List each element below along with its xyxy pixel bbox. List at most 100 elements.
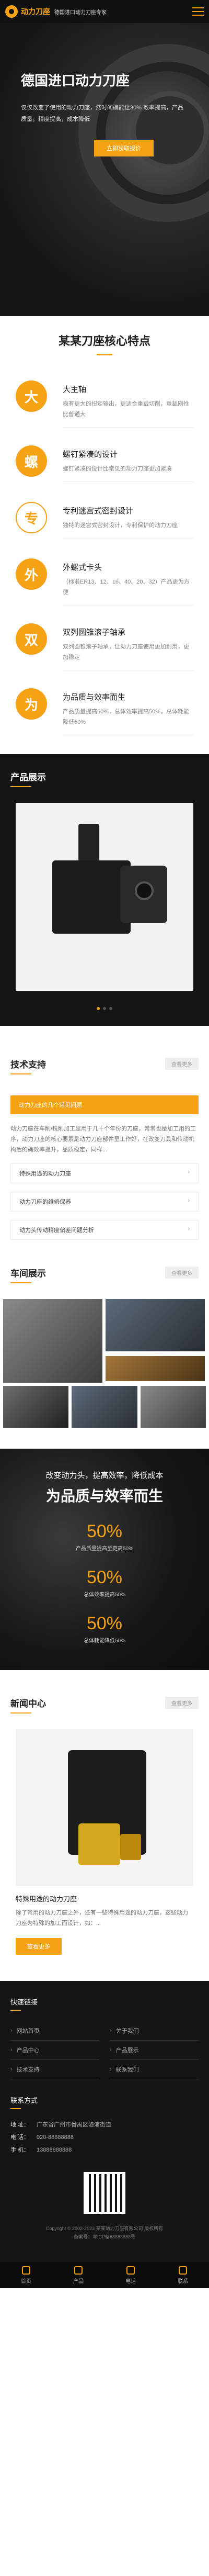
- stat-value: 50%: [86, 1521, 123, 1541]
- news-title: 新闻中心: [10, 1699, 46, 1709]
- feature-item: 螺 螺钉紧凑的设计 螺钉紧凑的设计比常见的动力刀座更加紧凑: [0, 436, 209, 492]
- faq-item-active[interactable]: 动力刀座的几个常见问题: [10, 1095, 199, 1114]
- get-quote-button[interactable]: 立即获取报价: [94, 140, 154, 156]
- news-more-button[interactable]: 查看更多: [16, 1938, 62, 1955]
- chevron-right-icon: ›: [110, 2047, 112, 2053]
- bottom-nav: 首页 产品 电话 联系: [0, 2262, 209, 2288]
- chat-icon: [179, 2266, 187, 2275]
- feature-title: 大主轴: [63, 385, 87, 394]
- workshop-photo[interactable]: [72, 1386, 137, 1428]
- news-image[interactable]: [16, 1729, 193, 1886]
- carousel-dot[interactable]: [103, 1007, 106, 1010]
- footer-link[interactable]: › 产品展示: [110, 2041, 199, 2060]
- chevron-right-icon: ›: [10, 2047, 13, 2053]
- grid-icon: [74, 2266, 83, 2275]
- workshop-gallery: [3, 1299, 206, 1383]
- feature-desc: 稳有更大的扭矩输出，更适合重载切削，重载刚性比普通大: [63, 401, 189, 418]
- brand-name: 动力刀座: [21, 7, 50, 16]
- faq-item[interactable]: 动力头传动精度偏差问题分析 ›: [10, 1220, 199, 1240]
- workshop-more-button[interactable]: 查看更多: [165, 1267, 199, 1279]
- product-image[interactable]: [16, 803, 193, 991]
- bottom-nav-products[interactable]: 产品: [52, 2262, 104, 2288]
- feature-title: 专利迷宫式密封设计: [63, 507, 134, 516]
- hero-title: 德国进口动力刀座: [21, 73, 130, 88]
- logo-icon: [5, 5, 18, 18]
- feature-title: 双列圆锥滚子轴承: [63, 628, 126, 637]
- contact-address: 广东省广州市番禺区洛浦街道: [37, 2122, 111, 2128]
- tech-more-button[interactable]: 查看更多: [165, 1058, 199, 1070]
- workshop-photo[interactable]: [3, 1386, 69, 1428]
- footer-link[interactable]: › 产品中心: [10, 2041, 99, 2060]
- bottom-nav-phone[interactable]: 电话: [104, 2262, 157, 2288]
- stat-item: 50% 产品质量提高至更高50%: [0, 1521, 209, 1552]
- footer-link[interactable]: › 网站首页: [10, 2021, 99, 2041]
- stat-value: 50%: [86, 1567, 123, 1587]
- carousel-dot[interactable]: [97, 1007, 100, 1010]
- workshop-photo[interactable]: [3, 1299, 102, 1383]
- stats-banner: 改变动力头，提高效率，降低成本 为品质与效率而生 50% 产品质量提高至更高50…: [0, 1449, 209, 1670]
- stats-subtitle: 改变动力头，提高效率，降低成本: [45, 1471, 164, 1480]
- feature-desc: 双列圆锥滚子轴承，让动力刀座使用更加耐用，更加稳定: [63, 644, 189, 660]
- features-list: 大 大主轴稳有更大的扭矩输出，更适合重载切削，重载刚性比普通大 螺 螺钉紧凑的设…: [0, 355, 209, 754]
- qr-code: [84, 2172, 125, 2214]
- chevron-right-icon: ›: [188, 1197, 190, 1204]
- workshop-title: 车间展示: [10, 1269, 46, 1279]
- stat-label: 总体耗能降低50%: [83, 1638, 125, 1644]
- workshop-photo[interactable]: [140, 1386, 206, 1428]
- phone-icon: [126, 2266, 135, 2275]
- chevron-right-icon: ›: [110, 2028, 112, 2034]
- news-item-title[interactable]: 特殊用途的动力刀座: [16, 1894, 193, 1903]
- quick-links: › 网站首页 › 关于我们 › 产品中心 › 产品展示 › 技术支持 › 联系我们: [10, 2021, 199, 2079]
- feature-icon: 专: [16, 502, 47, 533]
- features-title: 某某刀座核心特点: [58, 334, 150, 348]
- feature-desc: 产品质量提高50%，总体效率提高50%，总体耗能降低50%: [63, 709, 190, 725]
- chevron-right-icon: ›: [110, 2066, 112, 2073]
- news-more-link[interactable]: 查看更多: [165, 1697, 199, 1709]
- stats-title: 为品质与效率而生: [45, 1488, 163, 1504]
- faq-item[interactable]: 特殊用途的动力刀座 ›: [10, 1163, 199, 1183]
- products-title: 产品展示: [10, 772, 46, 782]
- contact-phone[interactable]: 020-88888888: [37, 2131, 74, 2144]
- chevron-right-icon: ›: [188, 1169, 190, 1175]
- stat-label: 总体效率提高50%: [83, 1592, 125, 1598]
- menu-icon[interactable]: [192, 7, 204, 16]
- carousel-dots: [0, 991, 209, 1026]
- workshop-photo[interactable]: [106, 1356, 205, 1381]
- feature-title: 外螺式卡头: [63, 563, 102, 572]
- logo[interactable]: 动力刀座 德国进口动力刀座专家: [5, 5, 107, 18]
- carousel-dot[interactable]: [109, 1007, 112, 1010]
- copyright: Copyright © 2002-2023 某某动力刀座有限公司 版权所有 备案…: [45, 2226, 164, 2239]
- contact-title: 联系方式: [10, 2097, 38, 2104]
- feature-item: 双 双列圆锥滚子轴承双列圆锥滚子轴承，让动力刀座使用更加耐用，更加稳定: [0, 614, 209, 679]
- footer: 快速链接 › 网站首页 › 关于我们 › 产品中心 › 产品展示 › 技术支持 › 联系我们…: [0, 1981, 209, 2262]
- stat-value: 50%: [86, 1614, 123, 1633]
- faq-answer: 动力刀座在车削/铣削加工里用于几十个年份的刀座，常常也是加工用的工序，动力刀座的…: [10, 1126, 196, 1153]
- footer-link[interactable]: › 联系我们: [110, 2060, 199, 2079]
- workshop-photo[interactable]: [106, 1299, 205, 1351]
- chevron-right-icon: ›: [188, 1226, 190, 1232]
- feature-desc: 独特的迷宫式密封设计，专利保护的动力刀座: [63, 522, 178, 529]
- stat-item: 50% 总体耗能降低50%: [0, 1614, 209, 1644]
- feature-desc: 螺钉紧凑的设计比常见的动力刀座更加紧凑: [63, 466, 172, 472]
- footer-link[interactable]: › 关于我们: [110, 2021, 199, 2041]
- hero-banner: 德国进口动力刀座 仅仅改变了使用的动力刀座，然时间确能让30% 效率提高，产品质…: [0, 23, 209, 316]
- stat-item: 50% 总体效率提高50%: [0, 1567, 209, 1598]
- feature-item: 为 为品质与效率而生 产品质量提高50%，总体效率提高50%，总体耗能降低50%: [0, 679, 209, 744]
- contact-info: 地 址： 广东省广州市番禺区洛浦街道 电 话： 020-88888888 手 机： 1…: [10, 2119, 199, 2156]
- feature-icon: 大: [16, 380, 47, 412]
- feature-item: 专 专利迷宫式密封设计独特的迷宫式密封设计，专利保护的动力刀座: [0, 492, 209, 549]
- feature-icon: 螺: [16, 445, 47, 477]
- feature-item: 外 外螺式卡头 （标准ER13、12、16、40、20、32）产品更为方便: [0, 549, 209, 614]
- hero-desc: 仅仅改变了使用的动力刀座，然时间确能让30% 效率提高，产品质量，精度提高，成本…: [21, 105, 184, 122]
- top-bar: 动力刀座 德国进口动力刀座专家: [0, 0, 209, 23]
- tech-title: 技术支持: [10, 1060, 46, 1070]
- contact-mobile[interactable]: 13888888888: [37, 2144, 72, 2156]
- feature-icon: 双: [16, 623, 47, 655]
- faq-item[interactable]: 动力刀座的维修保养 ›: [10, 1192, 199, 1212]
- feature-icon: 为: [16, 688, 47, 720]
- stat-label: 产品质量提高至更高50%: [75, 1546, 133, 1552]
- products-section: 产品展示: [0, 754, 209, 1026]
- bottom-nav-home[interactable]: 首页: [0, 2262, 52, 2288]
- bottom-nav-contact[interactable]: 联系: [157, 2262, 209, 2288]
- footer-link[interactable]: › 技术支持: [10, 2060, 99, 2079]
